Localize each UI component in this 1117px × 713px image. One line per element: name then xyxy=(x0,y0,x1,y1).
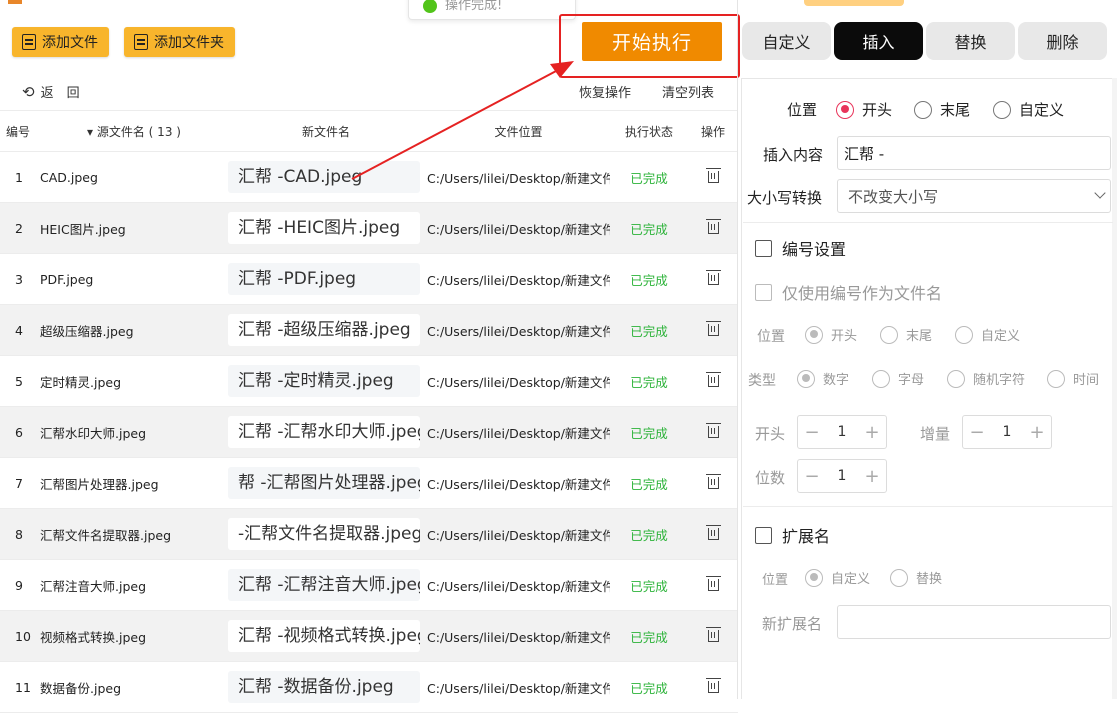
radio-label: 字母 xyxy=(898,373,925,388)
ext-position-label: 位置 xyxy=(762,573,789,588)
radio-selected-icon xyxy=(805,325,823,344)
radio-selected-icon xyxy=(805,568,823,587)
new-extension-label: 新扩展名 xyxy=(762,615,823,633)
minus-icon[interactable]: − xyxy=(963,422,991,443)
case-select-value: 不改变大小写 xyxy=(848,187,939,206)
num-position-label: 位置 xyxy=(757,329,785,345)
num-position-end-radio[interactable]: 末尾 xyxy=(880,325,932,344)
extension-checkbox[interactable]: 扩展名 xyxy=(755,523,830,547)
radio-label: 时间 xyxy=(1073,373,1100,388)
tab-delete[interactable]: 删除 xyxy=(1018,22,1107,60)
stepper-value: 1 xyxy=(837,424,847,440)
tab-insert[interactable]: 插入 xyxy=(834,22,923,60)
digits-label: 位数 xyxy=(755,469,786,487)
checkbox-label: 仅使用编号作为文件名 xyxy=(782,284,943,303)
insert-content-input[interactable]: 汇帮 - xyxy=(837,136,1111,170)
radio-label: 自定义 xyxy=(1019,101,1065,119)
radio-label: 开头 xyxy=(862,101,893,119)
type-letter-radio[interactable]: 字母 xyxy=(872,369,924,388)
increment-stepper[interactable]: −1 + xyxy=(962,415,1052,449)
tab-replace[interactable]: 替换 xyxy=(926,22,1015,60)
radio-selected-icon xyxy=(836,100,854,119)
insert-content-label: 插入内容 xyxy=(763,146,824,164)
numbering-checkbox[interactable]: 编号设置 xyxy=(755,236,846,260)
minus-icon[interactable]: − xyxy=(798,466,826,487)
radio-icon xyxy=(947,369,965,388)
tab-custom[interactable]: 自定义 xyxy=(742,22,831,60)
radio-label: 替换 xyxy=(916,572,943,587)
position-end-radio[interactable]: 末尾 xyxy=(914,99,970,120)
radio-icon xyxy=(1047,369,1065,388)
radio-icon xyxy=(914,100,932,119)
position-label: 位置 xyxy=(787,101,818,119)
checkbox-icon xyxy=(755,239,772,257)
column-divider xyxy=(737,0,738,699)
ext-replace-radio[interactable]: 替换 xyxy=(890,568,942,587)
checkbox-icon xyxy=(755,283,772,301)
radio-label: 开头 xyxy=(831,329,858,344)
start-label: 开头 xyxy=(755,425,786,443)
radio-label: 末尾 xyxy=(940,101,971,119)
case-select[interactable]: 不改变大小写 xyxy=(837,179,1111,213)
stepper-value: 1 xyxy=(1002,424,1012,440)
only-number-checkbox[interactable]: 仅使用编号作为文件名 xyxy=(755,280,942,304)
chevron-down-icon xyxy=(1094,187,1106,199)
start-stepper[interactable]: −1 + xyxy=(797,415,887,449)
radio-label: 末尾 xyxy=(906,329,933,344)
radio-icon xyxy=(890,568,908,587)
checkbox-label: 编号设置 xyxy=(782,240,847,259)
case-label: 大小写转换 xyxy=(747,189,823,207)
panel-scrollbar[interactable] xyxy=(1112,78,1117,699)
radio-icon xyxy=(872,369,890,388)
plus-icon[interactable]: + xyxy=(1023,422,1051,443)
plus-icon[interactable]: + xyxy=(858,422,886,443)
plus-icon[interactable]: + xyxy=(858,466,886,487)
increment-label: 增量 xyxy=(920,425,951,443)
type-number-radio[interactable]: 数字 xyxy=(797,369,849,388)
checkbox-icon xyxy=(755,526,772,544)
radio-label: 自定义 xyxy=(831,572,871,587)
checkbox-label: 扩展名 xyxy=(782,527,831,546)
radio-label: 自定义 xyxy=(981,329,1021,344)
minus-icon[interactable]: − xyxy=(798,422,826,443)
radio-icon xyxy=(955,325,973,344)
num-position-custom-radio[interactable]: 自定义 xyxy=(955,325,1020,344)
radio-icon xyxy=(880,325,898,344)
radio-label: 随机字符 xyxy=(973,373,1026,388)
type-random-radio[interactable]: 随机字符 xyxy=(947,369,1025,388)
radio-icon xyxy=(993,100,1011,119)
radio-selected-icon xyxy=(797,369,815,388)
type-label: 类型 xyxy=(748,373,776,389)
position-start-radio[interactable]: 开头 xyxy=(836,99,892,120)
stepper-value: 1 xyxy=(837,468,847,484)
ext-custom-radio[interactable]: 自定义 xyxy=(805,568,870,587)
position-custom-radio[interactable]: 自定义 xyxy=(993,99,1064,120)
num-position-start-radio[interactable]: 开头 xyxy=(805,325,857,344)
type-time-radio[interactable]: 时间 xyxy=(1047,369,1099,388)
divider xyxy=(743,222,1113,223)
new-extension-input[interactable] xyxy=(837,605,1111,639)
radio-label: 数字 xyxy=(823,373,850,388)
digits-stepper[interactable]: −1 + xyxy=(797,459,887,493)
operation-tabs: 自定义 插入 替换 删除 xyxy=(742,22,1107,60)
divider xyxy=(743,506,1113,507)
